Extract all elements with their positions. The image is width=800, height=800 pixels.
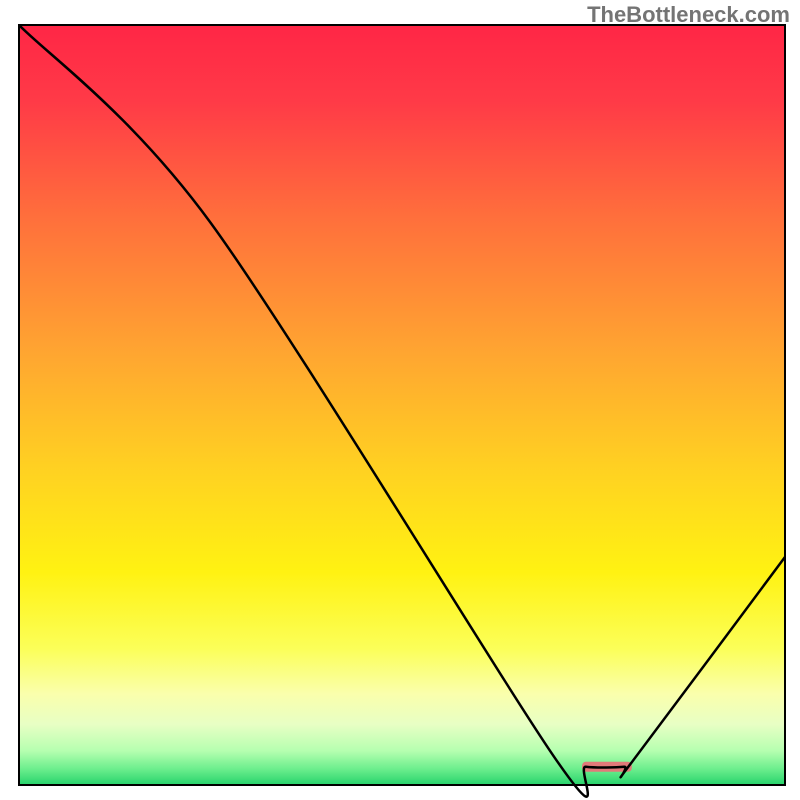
chart-container: TheBottleneck.com xyxy=(0,0,800,800)
chart-background xyxy=(19,25,785,785)
bottleneck-chart xyxy=(0,0,800,800)
watermark-text: TheBottleneck.com xyxy=(587,2,790,28)
